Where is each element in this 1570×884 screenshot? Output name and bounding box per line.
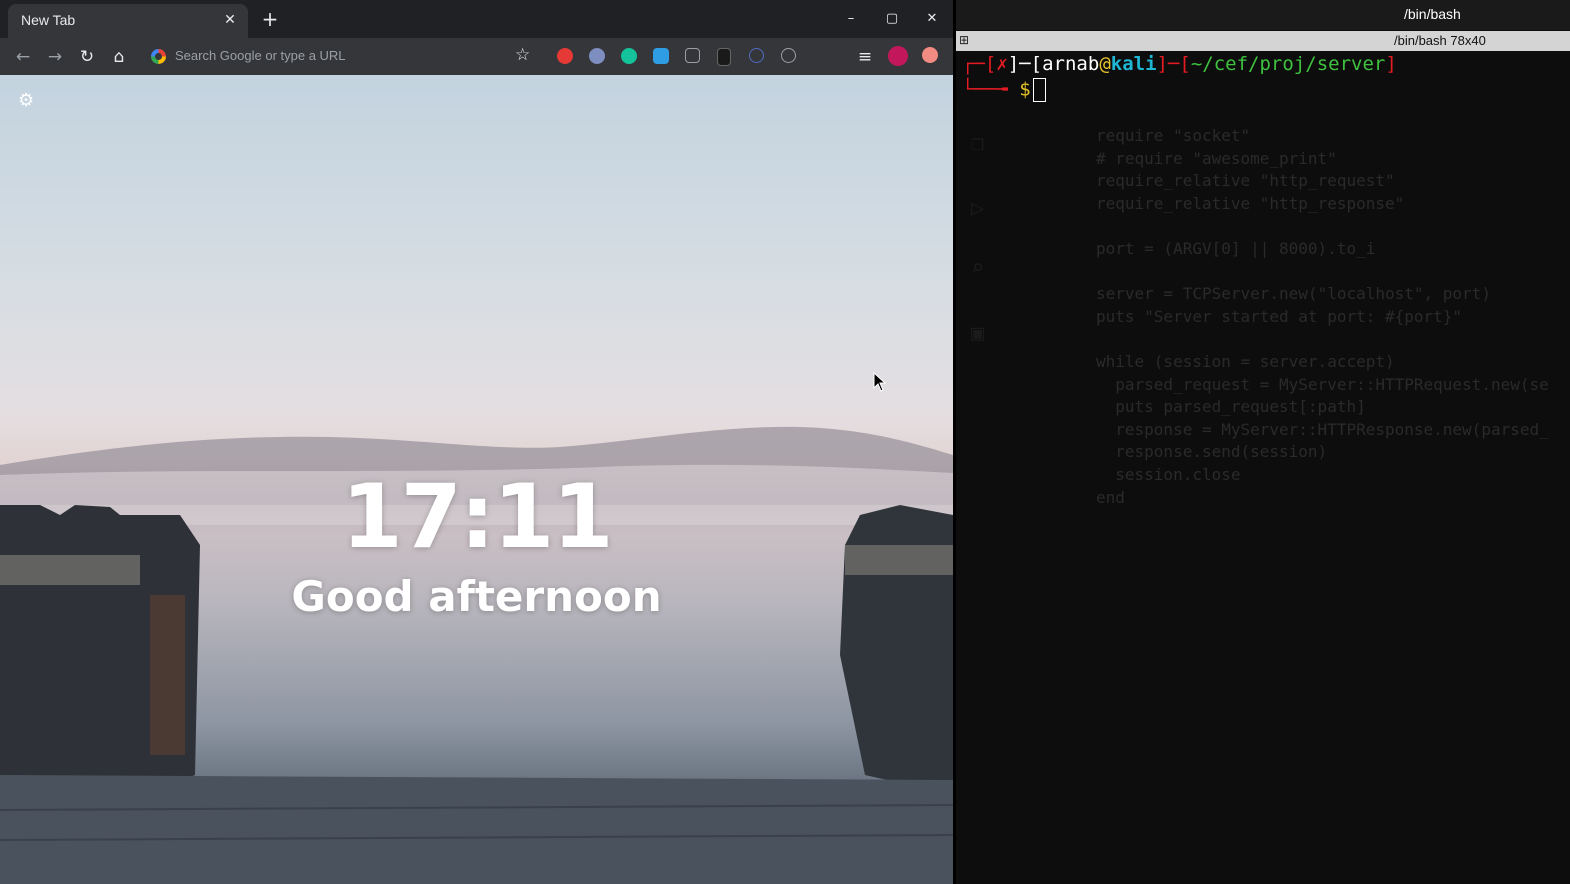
omnibox-placeholder[interactable]: Search Google or type a URL [175,48,346,63]
mouse-cursor-icon [873,372,887,392]
prompt-host: kali [1110,53,1157,75]
google-icon [151,49,166,64]
back-arrow-icon[interactable]: ← [11,45,35,69]
browser-window: New Tab ✕ + – ▢ ✕ ← → ↻ ⌂ Search Google … [0,0,953,884]
ghost-run-icon: ▷ [971,196,985,221]
prompt-at: @ [1099,53,1111,75]
shield-extension-icon[interactable] [557,48,573,64]
terminal-window: /bin/bash ⊞ /bin/bash 78x40 require "soc… [956,0,1570,884]
tab-close-icon[interactable]: ✕ [220,10,240,30]
greeting-text: Good afternoon [291,572,662,621]
tab-new-tab[interactable]: New Tab ✕ [8,4,248,38]
prompt-status: ✗ [996,53,1008,75]
reload-icon[interactable]: ↻ [75,45,99,69]
prompt-path: ~/cef/proj/server [1190,53,1386,75]
terminal-titlebar: /bin/bash [956,0,1570,30]
terminal-body[interactable]: require "socket" # require "awesome_prin… [956,51,1570,884]
grammarly-extension-icon[interactable] [621,48,637,64]
ghost-search-icon: ⌕ [971,256,985,281]
close-window-button[interactable]: ✕ [920,8,944,30]
prompt-open-bracket: ┌─[ [962,53,997,75]
image-extension-icon[interactable] [653,48,669,64]
prompt-user: arnab [1042,53,1100,75]
minimize-button[interactable]: – [839,8,863,30]
prompt-line: ┌─[✗]─[arnab@kali]─[~/cef/proj/server] [962,53,1397,75]
home-icon[interactable]: ⌂ [107,45,131,69]
profile-avatar[interactable] [888,46,908,66]
prompt-dollar: $ [1019,78,1031,101]
terminal-window-title: /bin/bash [1404,6,1461,22]
glasses-extension-icon[interactable] [685,48,700,63]
maximize-button[interactable]: ▢ [880,8,904,30]
tab-title: New Tab [21,12,76,28]
omnibox[interactable]: Search Google or type a URL [143,42,543,71]
tab-strip: New Tab ✕ + – ▢ ✕ [0,0,953,38]
terminal-tab-title[interactable]: /bin/bash 78x40 [1394,33,1486,48]
media-control-icon[interactable]: ≡ [853,45,877,69]
bookmark-star-icon[interactable]: ☆ [515,45,530,65]
prompt-input-line[interactable]: └──╼ $ [962,78,1046,102]
terminal-cursor [1032,78,1046,102]
clock-display: 17:11 [341,465,613,568]
gear-icon[interactable]: ⚙ [18,90,34,111]
terminal-tabbar: ⊞ /bin/bash 78x40 [956,31,1570,51]
prompt-corner: └──╼ [962,78,1020,101]
ghost-editor-overlay: require "socket" # require "awesome_prin… [1096,126,1549,507]
timer-extension-icon[interactable] [781,48,796,63]
ghost-extensions-icon: ▣ [971,321,985,346]
new-tab-button[interactable]: + [259,8,281,30]
terminal-tab-icon[interactable]: ⊞ [959,33,973,47]
m-extension-icon[interactable] [717,48,731,66]
new-tab-page: ⚙ 17:11 Good afternoon [0,75,953,884]
ghost-files-icon: ❐ [971,131,985,156]
forward-arrow-icon[interactable]: → [43,45,67,69]
prompt-sep2: ]─[ [1156,53,1191,75]
update-icon[interactable] [922,47,938,63]
browser-toolbar: ← → ↻ ⌂ Search Google or type a URL ☆ ≡ [0,38,953,75]
prompt-close-bracket: ] [1385,53,1397,75]
prompt-sep1: ]─[ [1007,53,1043,75]
wappalyzer-extension-icon[interactable] [589,48,605,64]
react-extension-icon[interactable] [749,48,764,63]
